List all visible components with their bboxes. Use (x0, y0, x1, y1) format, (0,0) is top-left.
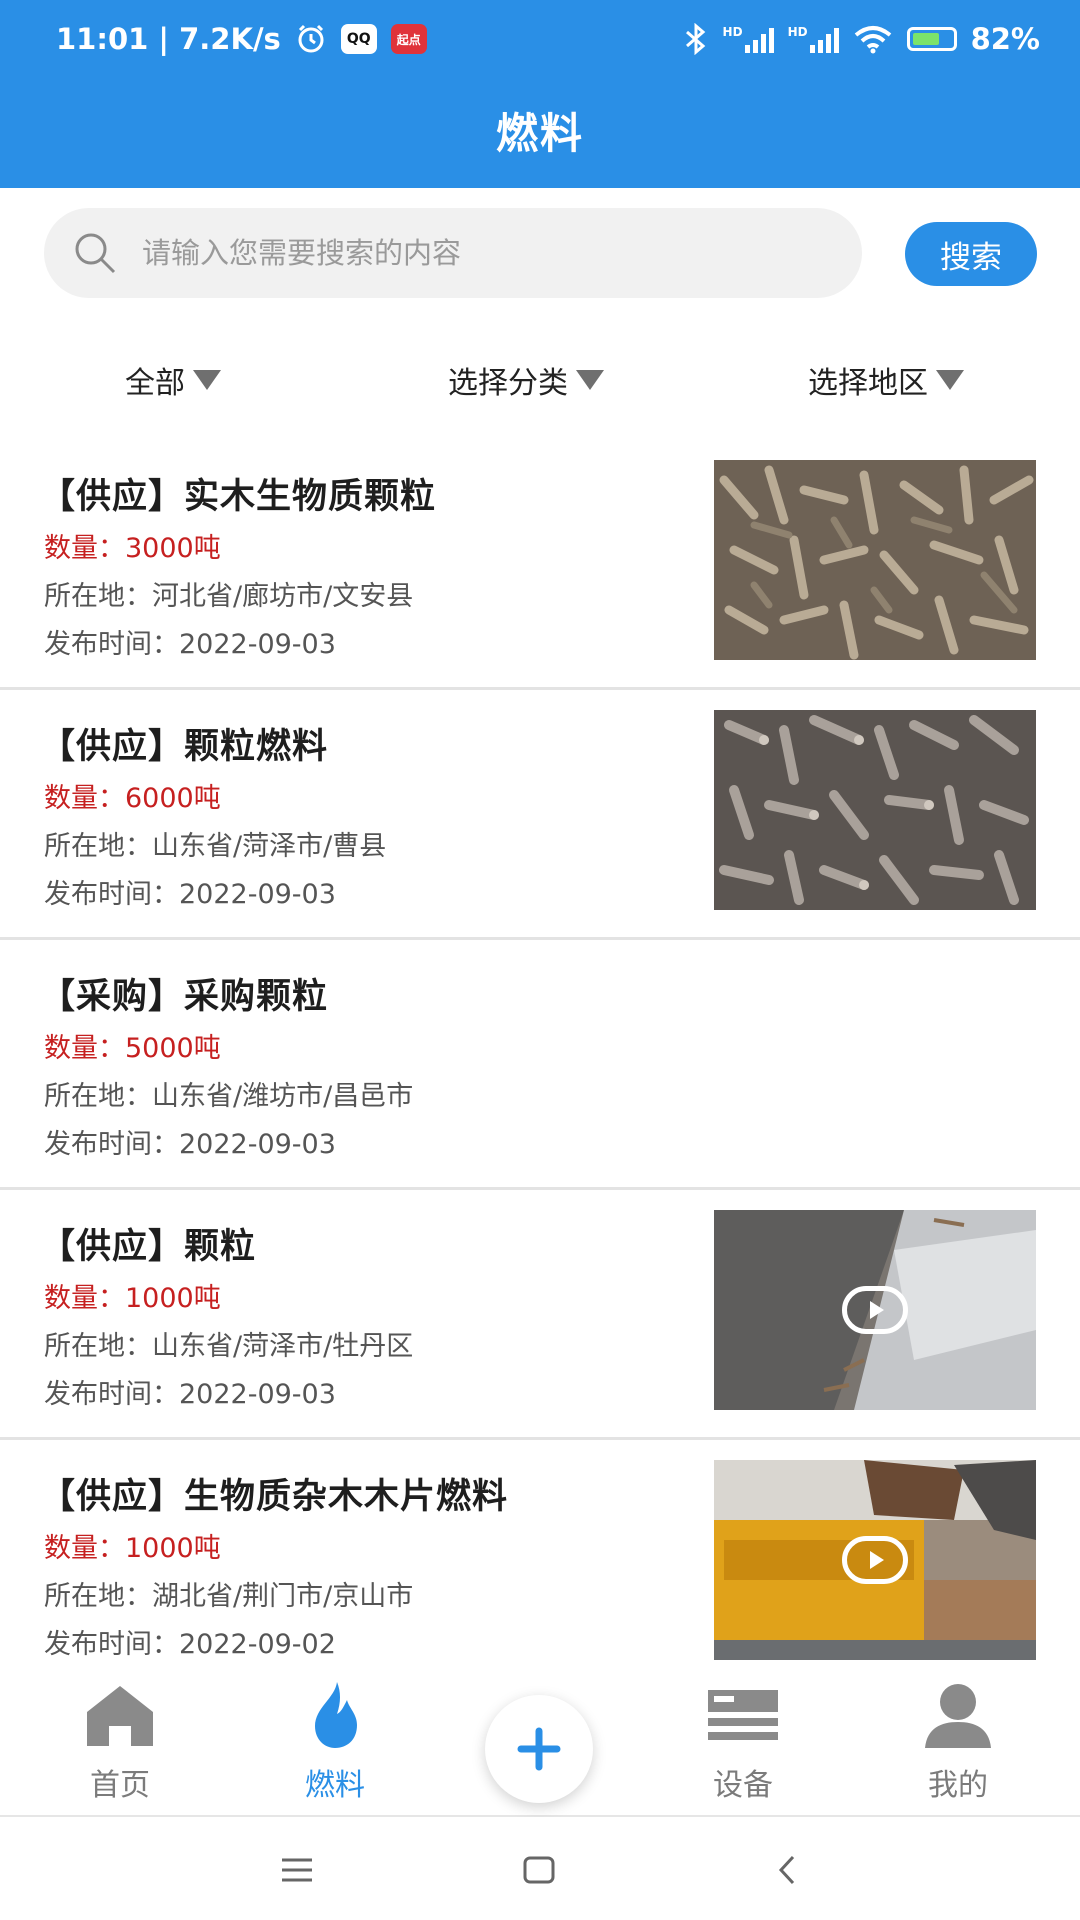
play-icon[interactable] (842, 1286, 908, 1334)
item-title: 【供应】颗粒燃料 (40, 727, 329, 767)
tab-home[interactable]: 首页 (45, 1680, 195, 1804)
page-title: 燃料 (495, 109, 584, 158)
qq-app-icon: QQ (340, 24, 377, 54)
item-location: 所在地：山东省/潍坊市/昌邑市 (44, 1081, 414, 1112)
signal-2-icon: HD (788, 25, 839, 53)
qidian-app-icon: 起点 (390, 24, 427, 54)
tab-label: 首页 (90, 1768, 150, 1803)
item-quantity: 数量：1000吨 (44, 1533, 221, 1564)
list-item[interactable]: 【供应】实木生物质颗粒 数量：3000吨 所在地：河北省/廊坊市/文安县 发布时… (0, 440, 1080, 690)
listing-list: 【供应】实木生物质颗粒 数量：3000吨 所在地：河北省/廊坊市/文安县 发布时… (0, 440, 1080, 1690)
status-bar: 11:01 | 7.2K/s QQ 起点 HD HD 82% (0, 0, 1080, 78)
battery-level: 82% (970, 22, 1040, 56)
alarm-icon (298, 24, 324, 53)
filter-label: 选择分类 (448, 366, 568, 401)
item-video-thumbnail[interactable] (714, 1460, 1036, 1660)
bluetooth-icon (685, 23, 705, 55)
tab-label: 燃料 (305, 1768, 365, 1803)
search-button[interactable]: 搜索 (905, 222, 1037, 286)
system-nav-bar (0, 1817, 1080, 1920)
item-date: 发布时间：2022-09-02 (44, 1629, 336, 1660)
item-date: 发布时间：2022-09-03 (44, 1129, 336, 1160)
item-title: 【供应】生物质杂木木片燃料 (40, 1477, 509, 1517)
item-quantity: 数量：5000吨 (44, 1033, 221, 1064)
list-item[interactable]: 【供应】生物质杂木木片燃料 数量：1000吨 所在地：湖北省/荆门市/京山市 发… (0, 1440, 1080, 1690)
tab-label: 我的 (928, 1768, 988, 1803)
list-item[interactable]: 【供应】颗粒 数量：1000吨 所在地：山东省/菏泽市/牡丹区 发布时间：202… (0, 1190, 1080, 1440)
item-location: 所在地：湖北省/荆门市/京山市 (44, 1581, 414, 1612)
pellet-fuel-image (714, 710, 1036, 910)
filter-label: 全部 (125, 366, 185, 401)
item-quantity: 数量：6000吨 (44, 783, 221, 814)
list-item[interactable]: 【供应】颗粒燃料 数量：6000吨 所在地：山东省/菏泽市/曹县 发布时间：20… (0, 690, 1080, 940)
profile-icon (925, 1684, 991, 1748)
home-square-icon[interactable] (514, 1845, 564, 1895)
back-icon[interactable] (762, 1845, 812, 1895)
item-location: 所在地：山东省/菏泽市/牡丹区 (44, 1331, 414, 1362)
item-thumbnail[interactable] (714, 460, 1036, 660)
filter-label: 选择地区 (808, 366, 928, 401)
signal-1-icon: HD (723, 25, 774, 53)
item-title: 【采购】采购颗粒 (40, 977, 329, 1017)
flame-icon (315, 1682, 357, 1748)
filter-bar: 全部 选择分类 选择地区 (0, 350, 1080, 410)
battery-icon (906, 27, 957, 51)
search-icon (75, 233, 116, 274)
item-quantity: 数量：3000吨 (44, 533, 221, 564)
item-quantity: 数量：1000吨 (44, 1283, 221, 1314)
menu-icon[interactable] (272, 1845, 322, 1895)
list-item[interactable]: 【采购】采购颗粒 数量：5000吨 所在地：山东省/潍坊市/昌邑市 发布时间：2… (0, 940, 1080, 1190)
item-title: 【供应】实木生物质颗粒 (40, 477, 437, 517)
tab-fuel[interactable]: 燃料 (260, 1680, 410, 1804)
item-date: 发布时间：2022-09-03 (44, 629, 336, 660)
dropdown-arrow-icon (576, 370, 604, 390)
equipment-icon (708, 1690, 778, 1740)
app-header: 11:01 | 7.2K/s QQ 起点 HD HD 82% 燃料 (0, 0, 1080, 188)
filter-all[interactable]: 全部 (125, 350, 221, 410)
dropdown-arrow-icon (936, 370, 964, 390)
item-video-thumbnail[interactable] (714, 1210, 1036, 1410)
dropdown-arrow-icon (193, 370, 221, 390)
wifi-icon (854, 26, 891, 54)
item-thumbnail[interactable] (714, 710, 1036, 910)
search-bar[interactable] (44, 208, 862, 298)
filter-category[interactable]: 选择分类 (448, 350, 604, 410)
plus-icon (517, 1727, 561, 1771)
hd-label: HD (787, 25, 808, 39)
item-location: 所在地：山东省/菏泽市/曹县 (44, 831, 387, 862)
hd-label: HD (722, 25, 743, 39)
search-input[interactable] (140, 235, 844, 271)
tab-label: 设备 (713, 1768, 773, 1803)
add-post-button[interactable] (485, 1695, 593, 1803)
item-date: 发布时间：2022-09-03 (44, 1379, 336, 1410)
status-time-speed: 11:01 | 7.2K/s (56, 22, 281, 56)
item-title: 【供应】颗粒 (40, 1227, 257, 1267)
tab-equipment[interactable]: 设备 (668, 1680, 818, 1804)
item-location: 所在地：河北省/廊坊市/文安县 (44, 581, 414, 612)
play-icon[interactable] (842, 1536, 908, 1584)
tab-profile[interactable]: 我的 (883, 1680, 1033, 1804)
home-icon (87, 1686, 153, 1746)
item-date: 发布时间：2022-09-03 (44, 879, 336, 910)
wood-pellets-image (714, 460, 1036, 660)
filter-region[interactable]: 选择地区 (808, 350, 964, 410)
